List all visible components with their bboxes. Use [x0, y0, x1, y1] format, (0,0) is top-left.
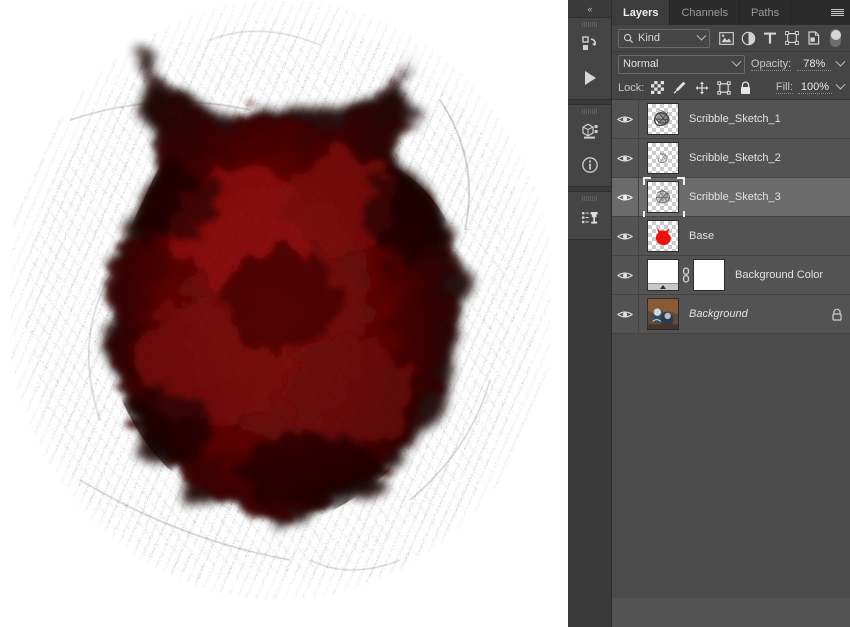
layer-visibility-toggle[interactable] — [612, 256, 639, 294]
dock-grip[interactable] — [568, 105, 611, 114]
search-icon — [623, 33, 634, 43]
3d-panel-icon[interactable] — [568, 114, 611, 148]
fill-label[interactable]: Fill: — [775, 81, 793, 94]
chevron-down-icon[interactable] — [696, 30, 707, 41]
layer-thumbnail-wrap[interactable] — [647, 298, 679, 330]
layer-thumbnail-wrap[interactable] — [647, 220, 679, 252]
layer-thumbnail — [647, 220, 679, 252]
layer-name-label: Background Color — [735, 269, 824, 281]
filter-kind-label: Kind — [638, 32, 661, 44]
dock-group-3d-info — [568, 104, 611, 187]
document-canvas[interactable] — [0, 0, 568, 627]
collapsed-panel-dock: « — [568, 0, 612, 627]
layer-thumbnail — [647, 142, 679, 174]
layer-visibility-toggle[interactable] — [612, 217, 639, 255]
layer-name-label: Base — [689, 230, 715, 242]
layer-thumbnail — [647, 298, 679, 330]
layer-thumbnail — [647, 103, 679, 135]
fill-dropdown-icon[interactable] — [835, 79, 846, 90]
lock-all-icon[interactable] — [737, 79, 754, 96]
layer-mask-thumbnail[interactable] — [693, 259, 725, 291]
layer-thumbnail-wrap[interactable] — [643, 177, 685, 219]
filter-pixel-layers-icon[interactable] — [716, 28, 736, 48]
opacity-dropdown-icon[interactable] — [835, 56, 846, 67]
filter-shape-layers-icon[interactable] — [782, 28, 802, 48]
layer-visibility-toggle[interactable] — [612, 139, 639, 177]
filter-icon-group — [716, 28, 841, 48]
layer-row-scribble-sketch-2[interactable]: Scribble_Sketch_2 — [612, 139, 850, 178]
dock-grip[interactable] — [568, 192, 611, 201]
filter-type-layers-icon[interactable] — [760, 28, 780, 48]
filter-adjustment-layers-icon[interactable] — [738, 28, 758, 48]
lock-artboard-nesting-icon[interactable] — [715, 79, 732, 96]
dock-group-clone-source — [568, 191, 611, 240]
filter-smart-object-layers-icon[interactable] — [804, 28, 824, 48]
layer-list-empty-area — [612, 334, 850, 598]
layer-row-background-color[interactable]: Background Color — [612, 256, 850, 295]
lock-row: Lock: Fill: 100% — [612, 76, 850, 100]
artwork-image — [10, 0, 550, 600]
adjustment-layer-thumbnail — [647, 259, 679, 291]
panel-tab-bar: Layers Channels Paths » — [612, 0, 850, 25]
layer-row-scribble-sketch-1[interactable]: Scribble_Sketch_1 — [612, 100, 850, 139]
info-panel-icon[interactable] — [568, 148, 611, 182]
layer-mask-link-icon[interactable] — [679, 267, 693, 283]
layer-row-scribble-sketch-3[interactable]: Scribble_Sketch_3 — [612, 177, 850, 219]
dock-group-actions — [568, 17, 611, 100]
tab-bar-spacer — [791, 0, 824, 25]
layer-visibility-toggle[interactable] — [612, 178, 639, 216]
blend-mode-select[interactable]: Normal — [618, 54, 745, 74]
lock-transparent-pixels-icon[interactable] — [649, 79, 666, 96]
tab-channels-label: Channels — [681, 6, 728, 19]
lock-label: Lock: — [618, 81, 645, 94]
lock-image-pixels-icon[interactable] — [671, 79, 688, 96]
collapse-panels-button[interactable]: « — [568, 0, 611, 17]
layer-name-label: Scribble_Sketch_1 — [689, 113, 781, 125]
layer-visibility-toggle[interactable] — [612, 295, 639, 333]
dock-grip[interactable] — [568, 18, 611, 27]
panel-menu-icon[interactable] — [824, 0, 850, 25]
photoshop-window: « Layers Channels Paths Kind Normal Opac… — [0, 0, 850, 627]
lock-position-icon[interactable] — [693, 79, 710, 96]
layer-list: Scribble_Sketch_1 Scribble_Sketch_2 Scri… — [612, 100, 850, 598]
layer-name-label: Scribble_Sketch_3 — [689, 191, 781, 203]
tab-channels[interactable]: Channels — [670, 0, 740, 25]
tab-layers-label: Layers — [623, 6, 659, 19]
layer-name-label: Background — [689, 308, 748, 320]
fill-value[interactable]: 100% — [798, 81, 832, 94]
blend-mode-value: Normal — [623, 58, 659, 70]
tab-paths-label: Paths — [750, 6, 780, 19]
layer-thumbnail — [647, 181, 679, 213]
layer-visibility-toggle[interactable] — [612, 100, 639, 138]
chevron-down-icon[interactable] — [731, 56, 742, 67]
layer-locked-icon — [824, 308, 850, 321]
opacity-label[interactable]: Opacity: — [750, 58, 792, 71]
filter-kind-select[interactable]: Kind — [618, 28, 710, 48]
layer-thumbnail-wrap[interactable] — [647, 259, 679, 291]
filter-enable-toggle[interactable] — [830, 29, 841, 47]
tab-layers[interactable]: Layers — [612, 0, 671, 25]
opacity-value[interactable]: 78% — [797, 58, 832, 71]
layer-row-base[interactable]: Base — [612, 217, 850, 256]
layers-panel: Layers Channels Paths » Ki — [612, 0, 850, 627]
layer-thumbnail-wrap[interactable] — [647, 103, 679, 135]
double-chevron-left-icon: « — [587, 3, 592, 14]
clone-source-panel-icon[interactable] — [568, 201, 611, 235]
layer-row-background[interactable]: Background — [612, 295, 850, 334]
layer-filter-row: Kind — [612, 25, 850, 52]
layer-thumbnail-wrap[interactable] — [647, 142, 679, 174]
actions-panel-icon[interactable] — [568, 27, 611, 61]
tab-paths[interactable]: Paths — [739, 0, 792, 25]
blend-mode-row: Normal Opacity: 78% — [612, 52, 850, 76]
play-action-icon[interactable] — [568, 61, 611, 95]
layer-name-label: Scribble_Sketch_2 — [689, 152, 781, 164]
